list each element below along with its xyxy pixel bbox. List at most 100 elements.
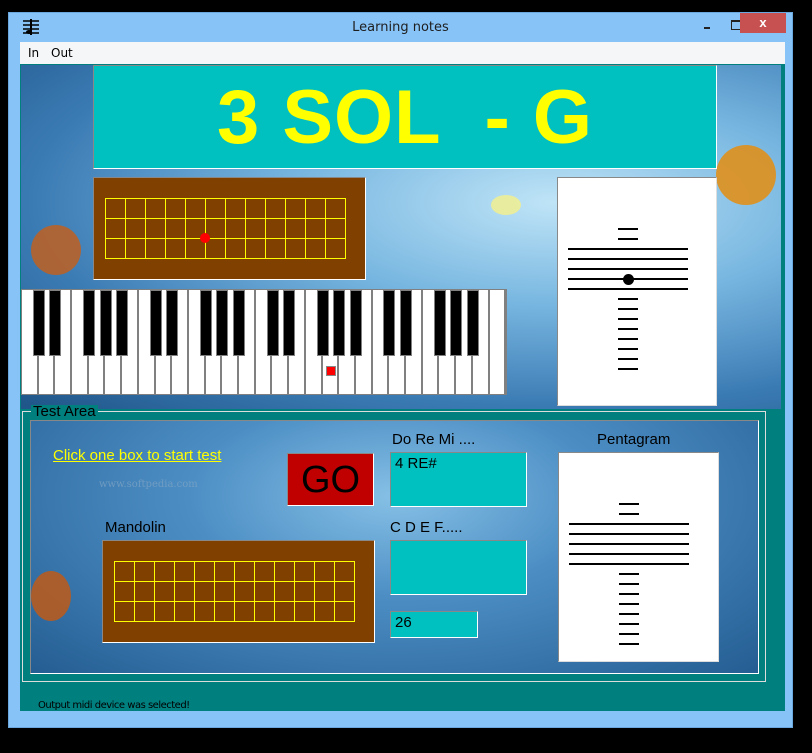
black-key[interactable] [350, 290, 362, 356]
ledger-line [619, 643, 639, 645]
start-test-link[interactable]: Click one box to start test [53, 447, 221, 464]
staff-line [569, 563, 689, 565]
piano-keyboard[interactable] [21, 289, 507, 395]
menu-out[interactable]: Out [51, 46, 73, 60]
cdef-label: C D E F..... [390, 519, 463, 536]
fret-line [145, 198, 146, 259]
go-button[interactable]: GO [287, 453, 374, 506]
pentagram-label: Pentagram [597, 431, 671, 448]
black-key[interactable] [316, 290, 329, 356]
decor-shape [31, 225, 81, 275]
black-key[interactable] [99, 290, 112, 356]
black-key[interactable] [450, 290, 463, 356]
fret-line [314, 561, 315, 622]
staff-line [569, 533, 689, 535]
black-key[interactable] [333, 290, 346, 356]
status-message: Output midi device was selected! [38, 700, 190, 711]
white-key[interactable] [489, 290, 507, 394]
ledger-line [618, 318, 638, 320]
black-key[interactable] [166, 290, 179, 356]
staff-line [568, 258, 688, 260]
ledger-line [618, 298, 638, 300]
fret-line [254, 561, 255, 622]
minimize-button[interactable] [695, 15, 721, 35]
score-box: 26 [390, 611, 478, 638]
title-bar[interactable]: Learning notes x [9, 13, 792, 43]
staff-line [569, 523, 689, 525]
black-key[interactable] [433, 290, 446, 356]
test-area-group: Test Area www.softpedia.com Click one bo… [22, 404, 766, 682]
ledger-line [619, 503, 639, 505]
fret-line [154, 561, 155, 622]
test-area-panel: www.softpedia.com Click one box to start… [30, 420, 759, 674]
fret-line [205, 198, 206, 259]
staff-line [569, 543, 689, 545]
fret-line [325, 198, 326, 259]
black-key[interactable] [82, 290, 95, 356]
ledger-line [618, 368, 638, 370]
black-key[interactable] [466, 290, 479, 356]
fret-line [194, 561, 195, 622]
fret-position-marker [200, 233, 210, 243]
cdef-answer-box[interactable] [390, 540, 527, 595]
test-area-legend: Test Area [31, 403, 98, 420]
ledger-line [619, 623, 639, 625]
fret-line [174, 561, 175, 622]
fret-line [305, 198, 306, 259]
black-key[interactable] [116, 290, 129, 356]
staff-line [568, 288, 688, 290]
ledger-line [618, 348, 638, 350]
mandolin-label: Mandolin [105, 519, 166, 536]
decor-shape [31, 571, 71, 621]
black-key[interactable] [199, 290, 212, 356]
fret-line [114, 561, 115, 622]
fret-line [234, 561, 235, 622]
ledger-line [618, 328, 638, 330]
menu-in[interactable]: In [28, 46, 39, 60]
ledger-line [619, 613, 639, 615]
ledger-line [619, 513, 639, 515]
fret-line [165, 198, 166, 259]
watermark: www.softpedia.com [99, 479, 198, 490]
doremi-label: Do Re Mi .... [392, 431, 476, 448]
ledger-line [619, 583, 639, 585]
black-key[interactable] [149, 290, 162, 356]
ledger-line [618, 228, 638, 230]
menu-bar: In Out [20, 42, 785, 65]
ledger-line [618, 238, 638, 240]
close-button[interactable]: x [740, 13, 786, 33]
ledger-line [618, 358, 638, 360]
black-key[interactable] [32, 290, 45, 356]
black-key[interactable] [49, 290, 62, 356]
fret-line [245, 198, 246, 259]
current-note-display: 3 SOL - G [93, 65, 717, 169]
ledger-line [619, 603, 639, 605]
fret-line [354, 561, 355, 622]
fret-line [265, 198, 266, 259]
black-key[interactable] [216, 290, 229, 356]
window-title: Learning notes [352, 20, 449, 35]
doremi-answer-box[interactable]: 4 RE# [390, 452, 527, 507]
fret-line [345, 198, 346, 259]
fret-line [225, 198, 226, 259]
client-area: 3 SOL - G Test Area www.softpedia.com Cl… [20, 64, 785, 711]
fret-line [185, 198, 186, 259]
fret-line [294, 561, 295, 622]
black-key[interactable] [266, 290, 279, 356]
black-key[interactable] [283, 290, 296, 356]
fret-line [125, 198, 126, 259]
black-key[interactable] [233, 290, 246, 356]
test-staff[interactable] [558, 452, 719, 662]
note-head [623, 274, 634, 285]
ledger-line [619, 573, 639, 575]
test-mandolin-fretboard[interactable] [102, 540, 375, 643]
fret-line [105, 198, 106, 259]
ledger-line [618, 308, 638, 310]
black-key[interactable] [400, 290, 413, 356]
played-key-marker [325, 366, 336, 376]
ledger-line [619, 593, 639, 595]
decor-shape [716, 145, 776, 205]
fret-line [214, 561, 215, 622]
mandolin-fretboard[interactable] [93, 177, 366, 280]
black-key[interactable] [383, 290, 396, 356]
